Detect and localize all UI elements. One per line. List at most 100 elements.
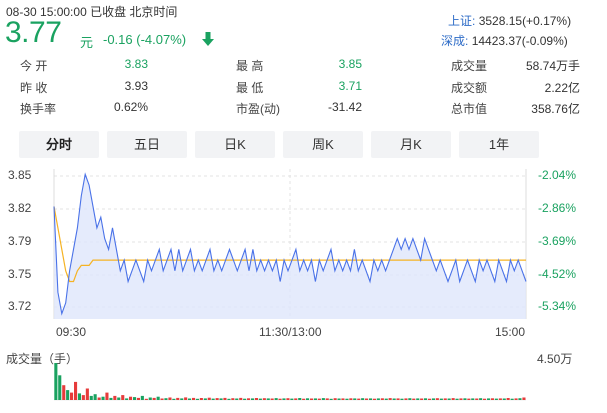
volume-bar — [254, 398, 258, 400]
volume-bar — [392, 398, 396, 400]
volume-bar — [443, 398, 447, 400]
volume-bar — [471, 398, 475, 400]
volume-bar — [490, 398, 494, 400]
volume-bar — [439, 398, 443, 400]
volume-bar — [97, 397, 101, 400]
volume-bar — [416, 398, 420, 400]
volume-bar — [380, 398, 384, 400]
volume-bar — [231, 398, 235, 400]
volume-bar — [93, 394, 97, 400]
volume-bar — [266, 398, 270, 400]
volume-bar — [117, 397, 121, 400]
volume-bar — [329, 398, 333, 400]
volume-bar — [463, 398, 467, 400]
volume-bar — [341, 398, 345, 400]
y-tick-left-1: 3.82 — [8, 201, 32, 215]
volume-bar — [412, 398, 416, 400]
volume-bar — [447, 398, 451, 400]
volume-bar — [506, 398, 510, 400]
volume-bar — [215, 398, 219, 400]
volume-bar — [172, 398, 176, 400]
volume-bar — [58, 375, 62, 400]
volume-bar — [306, 398, 310, 400]
volume-bar — [494, 398, 498, 400]
volume-bar — [282, 398, 286, 400]
y-tick-left-3: 3.75 — [8, 267, 32, 281]
x-tick-close: 15:00 — [495, 325, 526, 339]
volume-bar — [188, 398, 192, 400]
volume-bar — [77, 393, 81, 400]
volume-bar — [235, 398, 239, 400]
volume-bar — [223, 397, 227, 400]
volume-bar — [152, 397, 156, 400]
volume-bar — [475, 398, 479, 400]
volume-bar — [487, 398, 491, 400]
volume-bar — [101, 396, 105, 400]
volume-bar — [372, 398, 376, 400]
volume-bar — [396, 398, 400, 400]
y-tick-left-0: 3.85 — [8, 168, 32, 182]
volume-bar — [404, 398, 408, 400]
volume-axis-label: 成交量（手） — [6, 352, 79, 366]
volume-bar — [435, 398, 439, 400]
volume-bar — [274, 398, 278, 400]
volume-bars — [54, 363, 526, 400]
volume-bar — [384, 398, 388, 400]
volume-bar — [353, 398, 357, 400]
volume-bar — [518, 398, 522, 400]
volume-bar — [81, 395, 85, 400]
volume-bar — [357, 398, 361, 400]
volume-bar — [136, 397, 140, 400]
volume-bar — [133, 397, 137, 400]
volume-bar — [160, 398, 164, 400]
volume-bar — [140, 395, 144, 400]
volume-bar — [467, 398, 471, 400]
volume-bar — [321, 398, 325, 400]
volume-bar — [89, 395, 93, 400]
volume-bar — [199, 398, 203, 400]
volume-bar — [325, 398, 329, 400]
volume-bar — [286, 398, 290, 400]
y-tick-right-3: -4.52% — [538, 267, 577, 281]
volume-bar — [400, 398, 404, 400]
volume-bar — [479, 398, 483, 400]
volume-bar — [125, 398, 129, 400]
volume-bar — [184, 397, 188, 400]
volume-bar — [219, 398, 223, 400]
volume-bar — [164, 398, 168, 400]
intraday-chart[interactable] — [0, 0, 607, 413]
volume-bar — [369, 398, 373, 400]
volume-bar — [428, 398, 432, 400]
volume-bar — [349, 398, 353, 400]
volume-bar — [294, 398, 298, 400]
volume-bar — [54, 363, 58, 400]
volume-bar — [105, 392, 109, 400]
y-tick-right-2: -3.69% — [538, 234, 577, 248]
volume-bar — [62, 385, 66, 400]
volume-bar — [408, 398, 412, 400]
volume-bar — [180, 398, 184, 400]
volume-bar — [207, 397, 211, 400]
volume-bar — [522, 397, 526, 400]
volume-bar — [148, 397, 152, 400]
volume-bar — [302, 398, 306, 400]
volume-bar — [156, 396, 160, 400]
volume-bar — [310, 398, 314, 400]
volume-bar — [227, 398, 231, 400]
y-tick-left-4: 3.72 — [8, 299, 32, 313]
y-tick-left-2: 3.79 — [8, 234, 32, 248]
volume-bar — [455, 398, 459, 400]
volume-bar — [144, 398, 148, 400]
volume-bar — [243, 398, 247, 400]
volume-bar — [498, 398, 502, 400]
volume-bar — [121, 395, 125, 400]
volume-bar — [313, 398, 317, 400]
volume-bar — [333, 398, 337, 400]
volume-bar — [388, 398, 392, 400]
volume-bar — [290, 398, 294, 400]
x-tick-midday: 11:30/13:00 — [259, 325, 322, 339]
y-tick-right-0: -2.04% — [538, 168, 577, 182]
volume-bar — [317, 398, 321, 400]
volume-bar — [451, 398, 455, 400]
volume-bar — [431, 398, 435, 400]
